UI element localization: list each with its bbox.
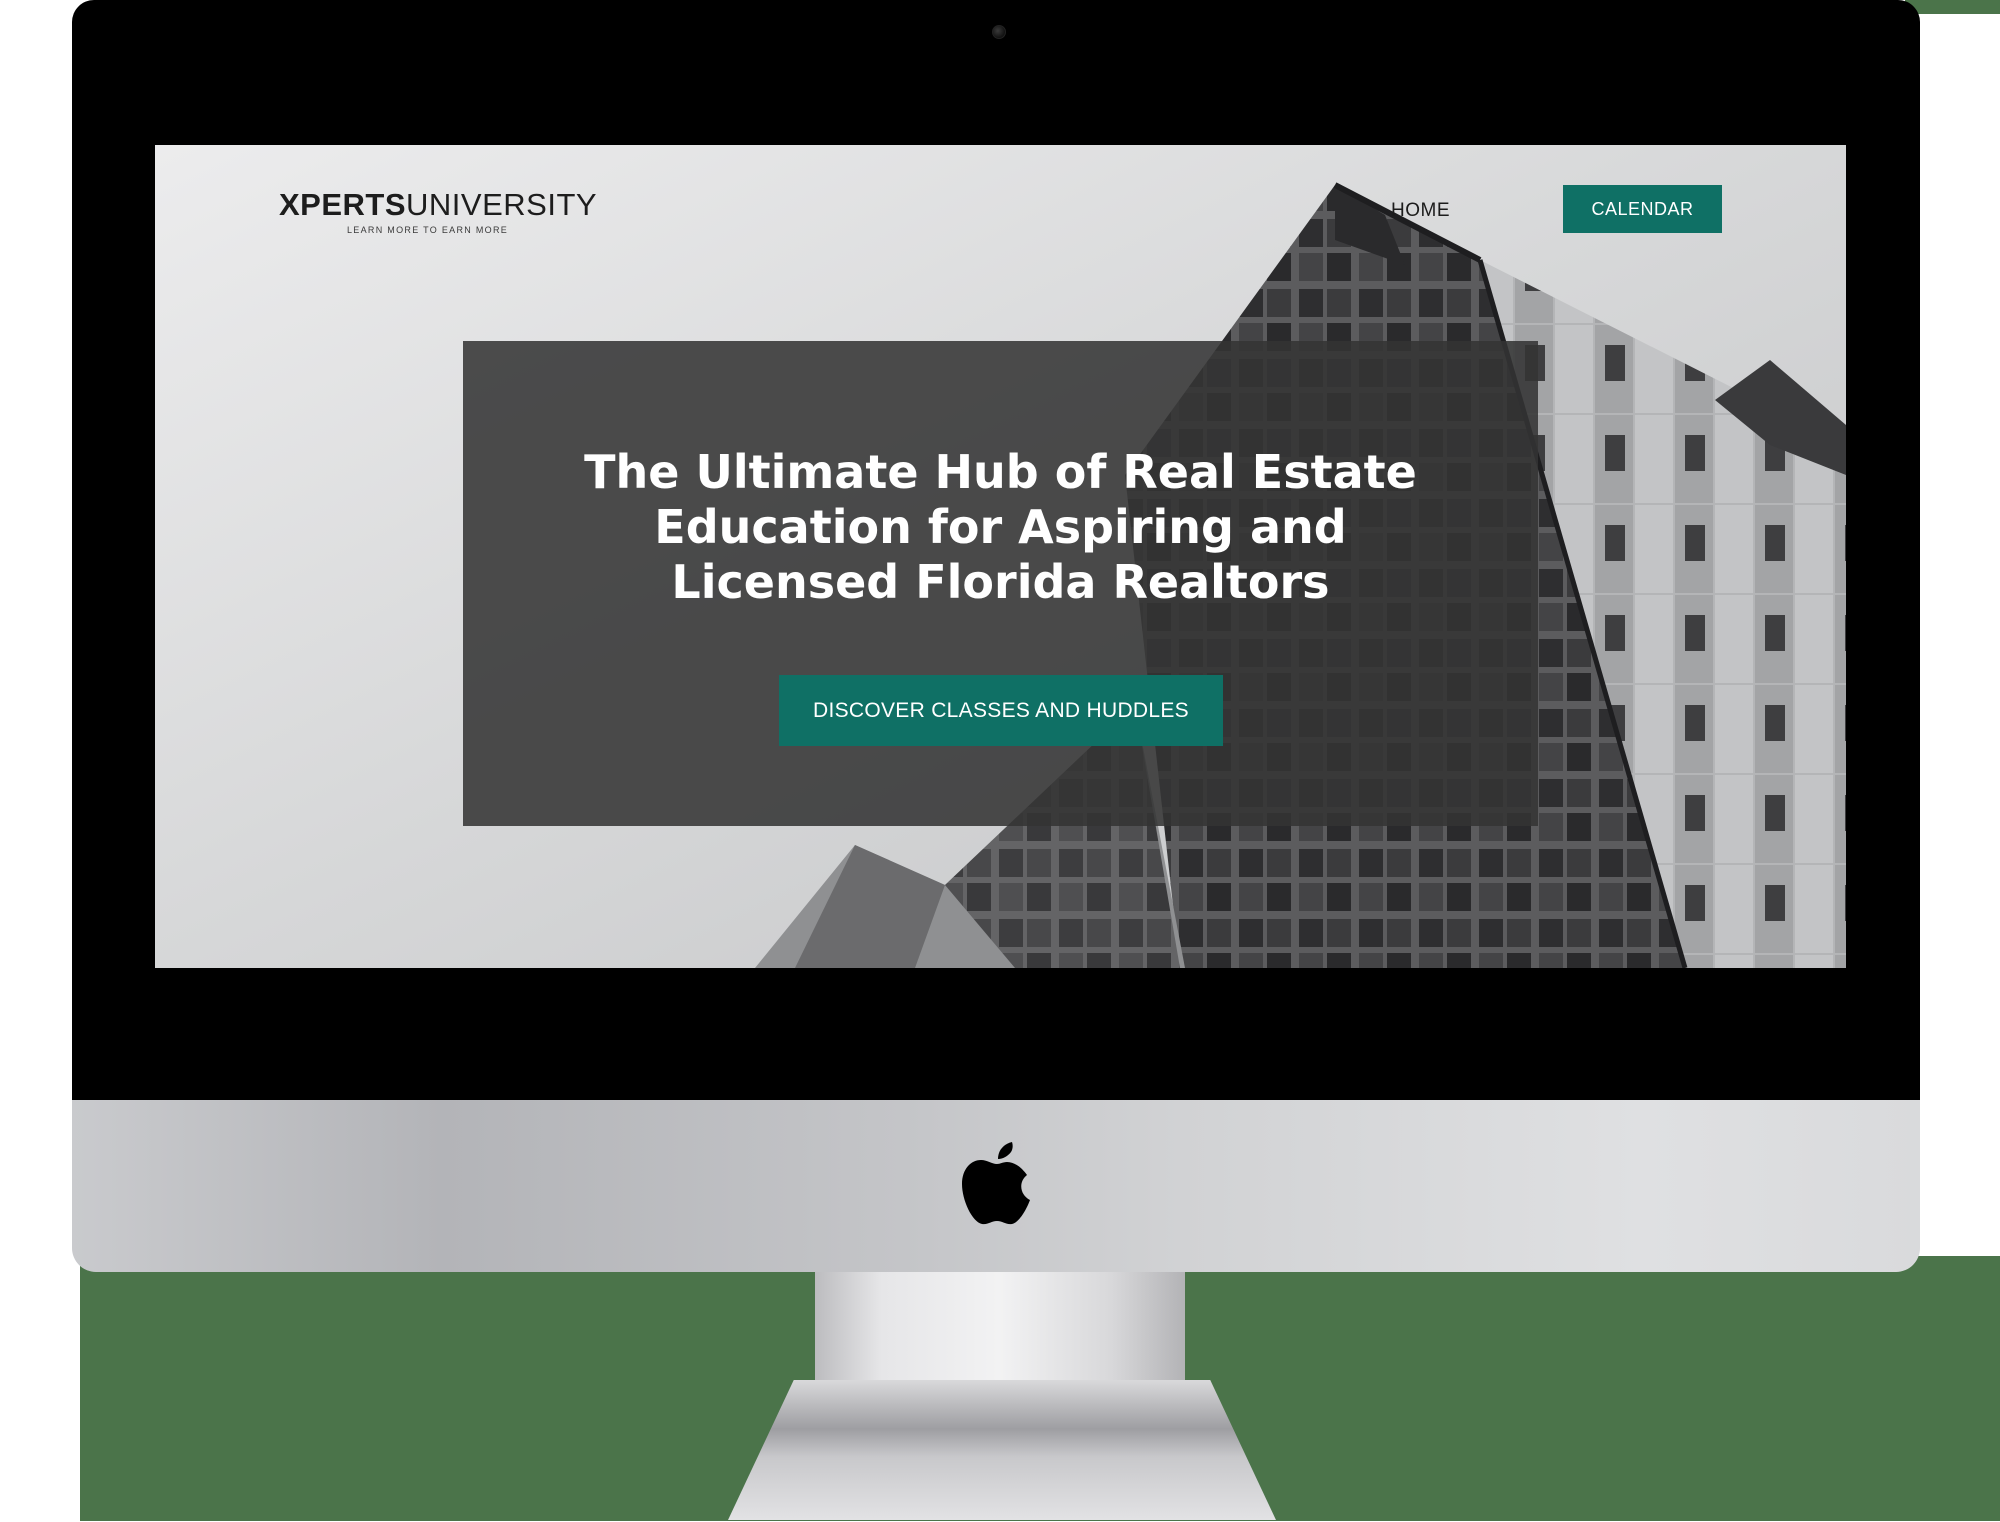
background-matte-top (1905, 0, 2000, 14)
hero-headline-line: The Ultimate Hub of Real Estate (584, 445, 1417, 499)
hero-headline: The Ultimate Hub of Real Estate Educatio… (463, 445, 1538, 610)
apple-logo-icon (962, 1142, 1030, 1225)
camera-icon (992, 25, 1006, 39)
brand-name-light: UNIVERSITY (406, 187, 598, 222)
brand-name: XPERTSUNIVERSITY (279, 187, 597, 223)
hero-section: XPERTSUNIVERSITY LEARN MORE TO EARN MORE… (155, 145, 1846, 968)
brand-logo[interactable]: XPERTSUNIVERSITY LEARN MORE TO EARN MORE (279, 187, 597, 235)
imac-stand-foot (728, 1380, 1276, 1520)
nav-calendar-button[interactable]: CALENDAR (1563, 185, 1722, 233)
background-white-corner (0, 1262, 80, 1522)
brand-tagline: LEARN MORE TO EARN MORE (347, 225, 509, 235)
nav-link-home[interactable]: HOME (1391, 195, 1450, 227)
hero-headline-line: Licensed Florida Realtors (671, 555, 1330, 609)
discover-classes-button[interactable]: DISCOVER CLASSES AND HUDDLES (779, 675, 1223, 746)
imac-stand-neck (815, 1265, 1185, 1385)
background-matte-right (1910, 1256, 2000, 1521)
device-mockup-stage: XPERTSUNIVERSITY LEARN MORE TO EARN MORE… (0, 0, 2000, 1522)
hero-overlay-panel: The Ultimate Hub of Real Estate Educatio… (463, 341, 1538, 826)
brand-name-bold: XPERTS (279, 187, 407, 222)
hero-headline-line: Education for Aspiring and (654, 500, 1347, 554)
